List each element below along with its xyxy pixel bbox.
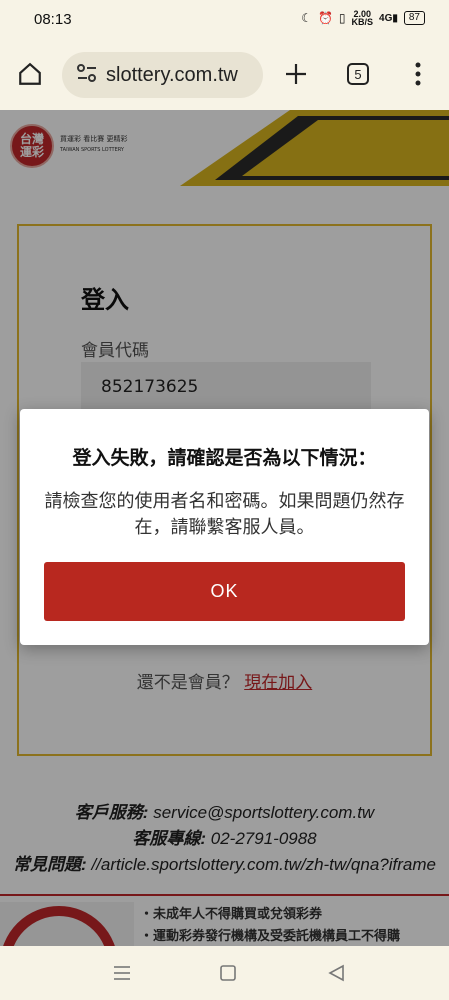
address-bar[interactable]: slottery.com.tw — [62, 52, 263, 98]
back-triangle-icon[interactable] — [324, 962, 348, 984]
dnd-moon-icon: ☾ — [301, 11, 312, 25]
url-text[interactable]: slottery.com.tw — [106, 64, 238, 87]
ok-button[interactable]: OK — [44, 562, 405, 621]
dialog-message: 請檢查您的使用者名和密碼。如果問題仍然存在，請聯繫客服人員。 — [44, 491, 405, 538]
site-settings-icon[interactable] — [76, 63, 98, 87]
more-menu-icon[interactable] — [398, 54, 438, 94]
vibrate-icon: ▯ — [338, 11, 346, 25]
tab-switcher-button[interactable]: 5 — [338, 54, 378, 94]
login-failed-dialog: 登入失敗，請確認是否為以下情況： 請檢查您的使用者名和密碼。如果問題仍然存在，請… — [20, 409, 429, 645]
system-nav-bar — [0, 946, 449, 1000]
status-time: 08:13 — [34, 11, 72, 28]
network-speed: 2.00 KB/S — [351, 9, 374, 27]
status-icons: ☾ ⏰ ▯ 2.00 KB/S 4G▮ 87 — [301, 9, 425, 27]
alarm-icon: ⏰ — [317, 11, 333, 25]
tab-count: 5 — [347, 63, 369, 85]
home-icon[interactable] — [10, 54, 50, 94]
dialog-title: 登入失敗，請確認是否為以下情況： — [72, 447, 377, 469]
browser-toolbar: slottery.com.tw 5 — [0, 40, 449, 110]
battery-icon: 87 — [403, 11, 425, 25]
new-tab-icon[interactable] — [276, 54, 316, 94]
home-square-icon[interactable] — [216, 962, 240, 984]
signal-icon: 4G▮ — [379, 12, 398, 24]
recents-menu-icon[interactable] — [110, 962, 134, 984]
status-bar: 08:13 ☾ ⏰ ▯ 2.00 KB/S 4G▮ 87 — [0, 0, 449, 40]
